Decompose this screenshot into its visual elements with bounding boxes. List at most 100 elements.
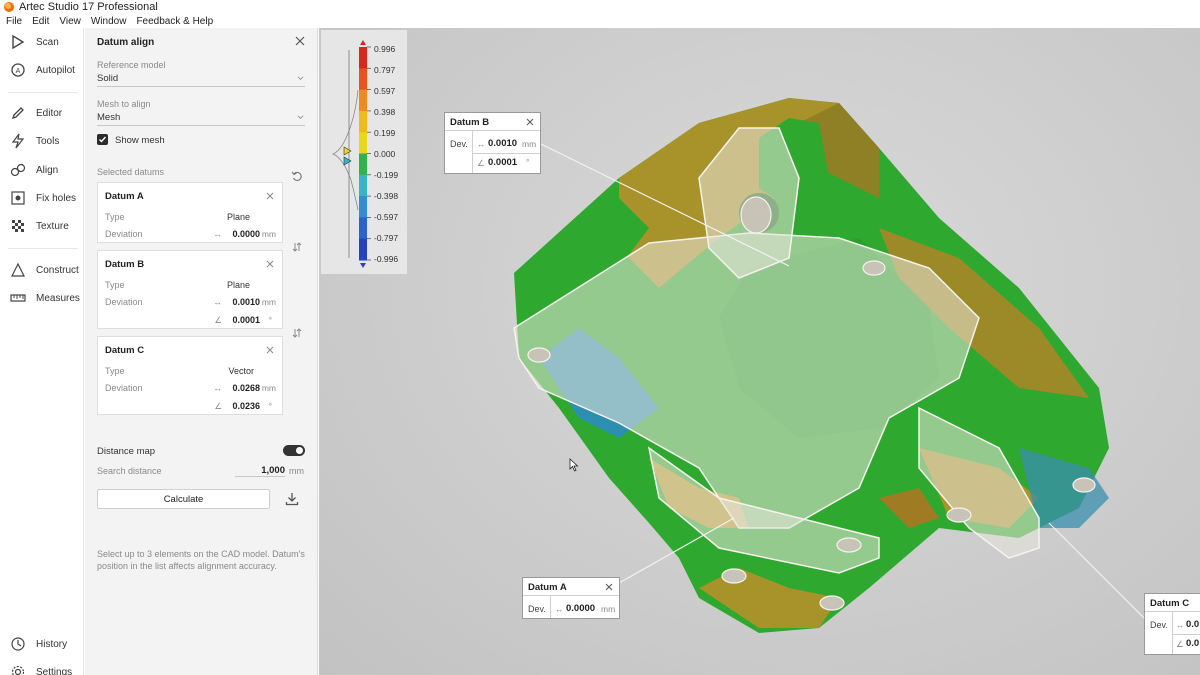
close-icon[interactable] [294,35,306,47]
rail-item-construct[interactable]: Construct [10,260,82,280]
swap-order-icon[interactable] [291,327,303,339]
scale-tick-label: 0.199 [374,128,396,138]
rail-item-autopilot[interactable]: A Autopilot [10,60,82,80]
rail-item-editor[interactable]: Editor [10,103,82,123]
datum-name: Datum B [105,259,145,270]
scale-tick-label: -0.199 [374,170,399,180]
deviation-label: Deviation [105,297,143,307]
search-distance-label: Search distance [97,466,162,476]
callout-angle-value: 0.0 [1186,638,1200,649]
color-scale-segment [359,153,367,176]
angle-icon: ∠ [477,158,485,168]
datum-b-callout[interactable]: Datum B Dev. ↔ 0.0010 mm ∠ 0.0001 ° [444,112,541,174]
texture-checker-icon [12,220,24,232]
menu-file[interactable]: File [6,16,22,27]
close-icon[interactable] [605,583,613,591]
svg-text:A: A [16,68,21,75]
menu-bar: File Edit View Window Feedback & Help [0,14,1200,28]
undo-icon[interactable] [291,170,303,182]
rail-divider [8,248,78,249]
rail-item-settings[interactable]: Settings [10,662,82,675]
menu-view[interactable]: View [59,16,81,27]
mesh-to-align-value: Mesh [97,112,121,123]
search-distance-unit: mm [289,466,304,476]
menu-window[interactable]: Window [91,16,127,27]
callout-divider [550,596,551,618]
autopilot-icon: A [11,63,25,77]
reference-model-select[interactable]: Solid [97,73,305,87]
close-icon[interactable] [526,118,534,126]
history-icon [11,637,25,651]
color-scale-segment [359,110,367,133]
rail-item-texture[interactable]: Texture [10,216,82,236]
3d-viewport[interactable]: 0.996 0.797 0.597 0.398 0.199 0.000 -0.1… [319,28,1200,675]
color-scale-segment [359,196,367,218]
search-distance-input[interactable]: 1,000 [235,465,285,477]
panel-title: Datum align [97,37,155,48]
mesh-to-align-select[interactable]: Mesh [97,112,305,126]
selected-datums-label: Selected datums [97,167,165,177]
hint-text: Select up to 3 elements on the CAD model… [97,549,305,571]
scale-bottom-arrow-icon [360,263,366,268]
rail-item-scan[interactable]: Scan [10,32,82,52]
rail-label-settings: Settings [36,666,73,675]
show-mesh-label: Show mesh [115,135,165,146]
distance-map-toggle[interactable] [283,445,305,456]
scale-tick-label: -0.597 [374,212,399,222]
menu-feedback-help[interactable]: Feedback & Help [136,16,213,27]
type-value: Plane [226,212,250,222]
distance-arrow-icon: ↔ [477,139,486,149]
color-scale-segment [359,174,367,197]
mesh-to-align-label: Mesh to align [97,99,151,109]
scale-tick-label: 0.996 [374,44,396,54]
distance-map-label: Distance map [97,446,156,457]
distance-arrow-icon: ↔ [213,229,223,239]
datum-c-callout[interactable]: Datum C Dev. ↔ 0.0 ∠ 0.0 [1144,593,1200,655]
download-icon[interactable] [283,490,301,508]
mouse-cursor-icon [569,458,579,472]
fix-holes-icon [11,191,25,205]
datum-a-callout[interactable]: Datum A Dev. ↔ 0.0000 mm [522,577,620,619]
type-value: Vector [228,366,254,376]
ruler-icon [10,294,26,302]
swap-order-icon[interactable] [291,241,303,253]
rail-item-history[interactable]: History [10,634,82,654]
rail-label-fix-holes: Fix holes [36,192,77,204]
calculate-button[interactable]: Calculate [97,489,270,509]
color-scale-segment [359,238,367,261]
align-icon [10,163,26,177]
rail-item-measures[interactable]: Measures [10,288,82,308]
callout-angle-value: 0.0001 [488,157,518,168]
angle-unit: ° [268,401,272,411]
type-value: Plane [226,280,250,290]
color-scale-segment [359,47,367,69]
datum-card-b[interactable]: Datum B Type Plane Deviation ↔ 0.0010 mm… [97,250,283,329]
datum-name: Datum C [105,345,145,356]
rail-label-history: History [36,638,68,650]
rail-label-scan: Scan [36,36,59,48]
color-scale-segment [359,89,367,112]
datum-card-a[interactable]: Datum A Type Plane Deviation ↔ 0.0000 mm [97,182,283,243]
rail-label-editor: Editor [36,107,63,119]
show-mesh-checkbox[interactable] [97,134,108,145]
rail-item-tools[interactable]: Tools [10,131,82,151]
callout-dev-label: Dev. [528,604,546,614]
rail-item-fix-holes[interactable]: Fix holes [10,188,82,208]
angle-icon: ∠ [214,315,222,325]
tool-rail: Scan A Autopilot Editor Tools Align Fix … [0,28,84,675]
callout-title: Datum B [450,117,490,128]
close-icon[interactable] [266,192,274,200]
angle-value: 0.0236 [232,401,260,411]
window-title: Artec Studio 17 Professional [19,1,158,13]
close-icon[interactable] [266,346,274,354]
menu-edit[interactable]: Edit [32,16,49,27]
rail-label-construct: Construct [36,264,79,276]
rail-divider [8,92,78,93]
cad-model-overlay [513,127,1040,574]
callout-dev-label: Dev. [450,139,468,149]
rail-item-align[interactable]: Align [10,160,82,180]
angle-unit: ° [268,315,272,325]
close-icon[interactable] [266,260,274,268]
distance-unit: mm [261,229,276,239]
datum-card-c[interactable]: Datum C Type Vector Deviation ↔ 0.0268 m… [97,336,283,415]
